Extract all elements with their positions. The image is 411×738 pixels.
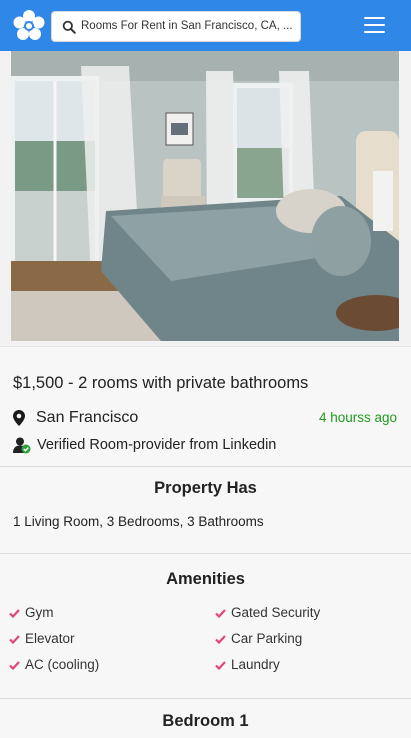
check-icon (215, 661, 226, 670)
photo-area (0, 51, 411, 346)
property-details: 1 Living Room, 3 Bedrooms, 3 Bathrooms (13, 514, 264, 529)
bedroom-heading: Bedroom 1 (162, 712, 249, 730)
search-input[interactable]: Rooms For Rent in San Francisco, CA, ... (51, 11, 301, 42)
hamburger-menu-icon[interactable] (362, 15, 388, 35)
check-icon (215, 635, 226, 644)
amenity-label: Elevator (25, 631, 75, 646)
bedroom-photo[interactable] (11, 51, 399, 341)
amenity-label: Laundry (231, 657, 280, 672)
check-icon (9, 635, 20, 644)
amenities-heading: Amenities (166, 570, 245, 588)
check-icon (215, 609, 226, 618)
amenity-label: AC (cooling) (25, 657, 100, 672)
map-pin-icon (13, 410, 25, 426)
search-text: Rooms For Rent in San Francisco, CA, ... (81, 20, 293, 32)
listing-location: San Francisco (36, 409, 139, 426)
top-bar: Rooms For Rent in San Francisco, CA, ... (0, 0, 411, 51)
flower-logo-icon[interactable] (12, 9, 46, 43)
search-icon (62, 20, 76, 34)
verified-user-icon (13, 437, 31, 454)
amenity-label: Gym (25, 605, 54, 620)
property-heading: Property Has (154, 479, 257, 497)
verified-provider: Verified Room-provider from Linkedin (37, 437, 277, 453)
check-icon (9, 661, 20, 670)
posted-time: 4 hourss ago (318, 410, 397, 425)
listing-title: $1,500 - 2 rooms with private bathrooms (13, 374, 309, 392)
amenity-label: Car Parking (231, 631, 303, 646)
amenity-label: Gated Security (231, 605, 321, 620)
check-icon (9, 609, 20, 618)
